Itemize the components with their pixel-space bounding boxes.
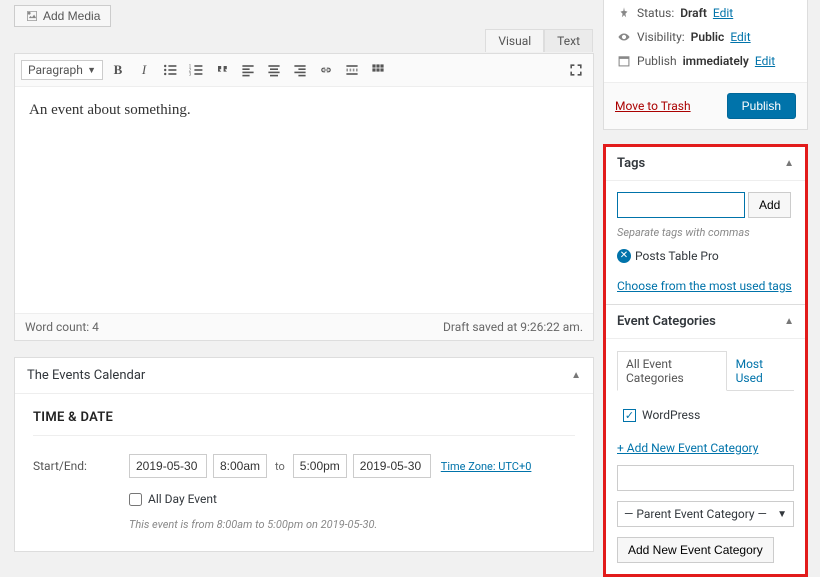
collapse-icon: ▲ — [784, 158, 794, 169]
eye-icon — [617, 30, 631, 44]
more-button[interactable] — [341, 59, 363, 81]
all-day-label: All Day Event — [148, 492, 217, 506]
tags-hint: Separate tags with commas — [617, 226, 794, 239]
tags-input[interactable] — [617, 192, 745, 218]
end-time-input[interactable] — [293, 454, 347, 478]
category-item[interactable]: ✓ WordPress — [623, 405, 788, 425]
tag-chip: ✕ Posts Table Pro — [617, 249, 794, 263]
status-edit-link[interactable]: Edit — [713, 6, 733, 20]
add-tag-button[interactable]: Add — [748, 192, 791, 218]
tags-panel: Tags ▲ Add Separate tags with commas ✕ P… — [606, 147, 805, 305]
paragraph-select[interactable]: Paragraph ▼ — [21, 60, 103, 80]
checkbox-checked-icon[interactable]: ✓ — [623, 409, 636, 422]
align-left-button[interactable] — [237, 59, 259, 81]
tab-text[interactable]: Text — [544, 29, 593, 52]
chevron-down-icon: ▼ — [87, 65, 96, 76]
bold-button[interactable]: B — [107, 59, 129, 81]
categories-header[interactable]: Event Categories ▲ — [606, 305, 805, 339]
editor-content[interactable]: An event about something. — [15, 87, 593, 313]
time-date-heading: TIME & DATE — [33, 410, 575, 436]
start-end-label: Start/End: — [33, 459, 123, 473]
bullet-list-button[interactable] — [159, 59, 181, 81]
tab-most-used[interactable]: Most Used — [727, 351, 794, 391]
add-media-button[interactable]: Add Media — [14, 5, 111, 27]
highlighted-sidebar-group: Tags ▲ Add Separate tags with commas ✕ P… — [603, 144, 808, 577]
numbered-list-button[interactable]: 123 — [185, 59, 207, 81]
timezone-link[interactable]: Time Zone: UTC+0 — [441, 460, 532, 473]
schedule-value: immediately — [683, 54, 749, 68]
toolbar-toggle-button[interactable] — [367, 59, 389, 81]
align-center-button[interactable] — [263, 59, 285, 81]
editor-status-bar: Word count: 4 Draft saved at 9:26:22 am. — [15, 313, 593, 340]
all-day-checkbox[interactable] — [129, 493, 142, 506]
tab-visual[interactable]: Visual — [485, 29, 544, 52]
italic-button[interactable]: I — [133, 59, 155, 81]
editor-toolbar: Paragraph ▼ B I 123 — [15, 54, 593, 87]
schedule-edit-link[interactable]: Edit — [755, 54, 775, 68]
svg-text:3: 3 — [189, 73, 192, 78]
events-calendar-metabox: The Events Calendar ▲ TIME & DATE Start/… — [14, 357, 594, 552]
blockquote-button[interactable] — [211, 59, 233, 81]
remove-tag-icon[interactable]: ✕ — [617, 249, 631, 263]
draft-saved: Draft saved at 9:26:22 am. — [443, 320, 583, 334]
word-count: Word count: 4 — [25, 320, 99, 334]
status-value: Draft — [680, 6, 707, 20]
category-list: ✓ WordPress — [617, 401, 794, 429]
schedule-label: Publish — [637, 54, 677, 68]
event-summary-hint: This event is from 8:00am to 5:00pm on 2… — [129, 518, 575, 531]
editor: Visual Text Paragraph ▼ B I 123 An event… — [14, 53, 594, 341]
visibility-value: Public — [691, 30, 725, 44]
new-category-input[interactable] — [617, 465, 794, 491]
collapse-icon: ▲ — [571, 370, 581, 381]
start-time-input[interactable] — [213, 454, 267, 478]
tab-all-categories[interactable]: All Event Categories — [617, 351, 727, 391]
media-icon — [25, 9, 39, 23]
move-to-trash-link[interactable]: Move to Trash — [615, 99, 691, 113]
visibility-edit-link[interactable]: Edit — [730, 30, 750, 44]
add-media-label: Add Media — [43, 9, 100, 23]
add-new-category-link[interactable]: + Add New Event Category — [617, 441, 794, 455]
publish-button[interactable]: Publish — [727, 93, 796, 119]
pin-icon — [617, 6, 631, 20]
tags-header[interactable]: Tags ▲ — [606, 147, 805, 181]
fullscreen-button[interactable] — [565, 59, 587, 81]
start-date-input[interactable] — [129, 454, 207, 478]
align-right-button[interactable] — [289, 59, 311, 81]
chevron-down-icon: ▼ — [777, 509, 787, 520]
publish-panel: Status: Draft Edit Visibility: Public Ed… — [603, 0, 808, 130]
categories-panel: Event Categories ▲ All Event Categories … — [606, 305, 805, 574]
visibility-label: Visibility: — [637, 30, 685, 44]
add-new-category-button[interactable]: Add New Event Category — [617, 537, 774, 563]
metabox-header[interactable]: The Events Calendar ▲ — [15, 358, 593, 394]
parent-category-select[interactable]: — Parent Event Category — ▼ — [617, 501, 794, 527]
tag-chip-label: Posts Table Pro — [635, 249, 719, 263]
end-date-input[interactable] — [353, 454, 431, 478]
link-button[interactable] — [315, 59, 337, 81]
choose-most-used-tags-link[interactable]: Choose from the most used tags — [617, 279, 794, 293]
status-label: Status: — [637, 6, 674, 20]
to-separator: to — [273, 460, 287, 473]
collapse-icon: ▲ — [784, 316, 794, 327]
calendar-icon — [617, 54, 631, 68]
